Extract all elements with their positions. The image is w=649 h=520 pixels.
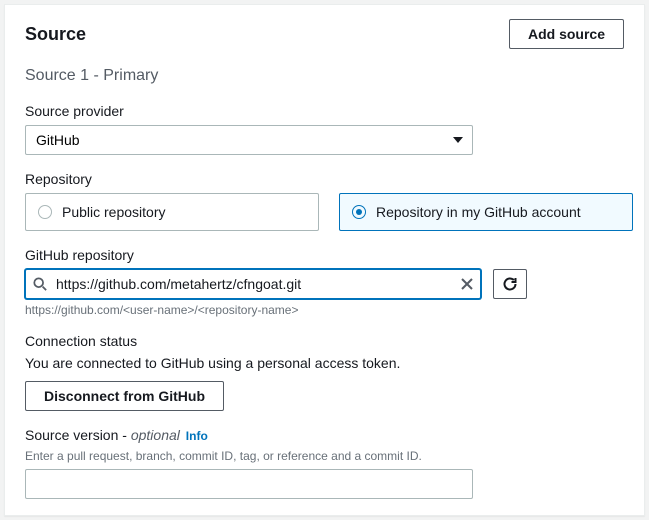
label-source-version: Source version - optional Info	[25, 427, 624, 443]
tile-label: Public repository	[62, 204, 166, 220]
label-connection-status: Connection status	[25, 333, 624, 349]
clear-input-icon[interactable]	[461, 278, 473, 290]
section-title: Source 1 - Primary	[25, 67, 624, 85]
label-source-provider: Source provider	[25, 103, 624, 119]
source-provider-value[interactable]: GitHub	[25, 125, 473, 155]
panel-title: Source	[25, 24, 86, 45]
github-repo-input[interactable]	[25, 269, 481, 299]
field-github-repository: GitHub repository	[25, 247, 624, 317]
field-connection-status: Connection status You are connected to G…	[25, 333, 624, 411]
field-source-version: Source version - optional Info Enter a p…	[25, 427, 624, 499]
github-repo-input-wrap	[25, 269, 481, 299]
field-repository: Repository Public repository Repository …	[25, 171, 624, 231]
github-repo-hint: https://github.com/<user-name>/<reposito…	[25, 303, 624, 317]
info-link[interactable]: Info	[186, 429, 208, 443]
tile-my-github-account[interactable]: Repository in my GitHub account	[339, 193, 633, 231]
label-repository: Repository	[25, 171, 624, 187]
connection-status-text: You are connected to GitHub using a pers…	[25, 355, 624, 371]
field-source-provider: Source provider GitHub	[25, 103, 624, 155]
optional-text: optional	[131, 427, 180, 443]
tile-public-repository[interactable]: Public repository	[25, 193, 319, 231]
source-provider-select[interactable]: GitHub	[25, 125, 473, 155]
label-text: Source version	[25, 427, 118, 443]
repository-options: Public repository Repository in my GitHu…	[25, 193, 633, 231]
source-version-input[interactable]	[25, 469, 473, 499]
panel-header: Source Add source	[5, 5, 644, 61]
add-source-button[interactable]: Add source	[509, 19, 624, 49]
refresh-button[interactable]	[493, 269, 527, 299]
source-version-hint: Enter a pull request, branch, commit ID,…	[25, 449, 624, 463]
source-panel: Source Add source Source 1 - Primary Sou…	[4, 4, 645, 516]
radio-icon	[352, 205, 366, 219]
label-github-repository: GitHub repository	[25, 247, 624, 263]
panel-body: Source 1 - Primary Source provider GitHu…	[5, 61, 644, 515]
disconnect-github-button[interactable]: Disconnect from GitHub	[25, 381, 224, 411]
radio-icon	[38, 205, 52, 219]
tile-label: Repository in my GitHub account	[376, 204, 581, 220]
